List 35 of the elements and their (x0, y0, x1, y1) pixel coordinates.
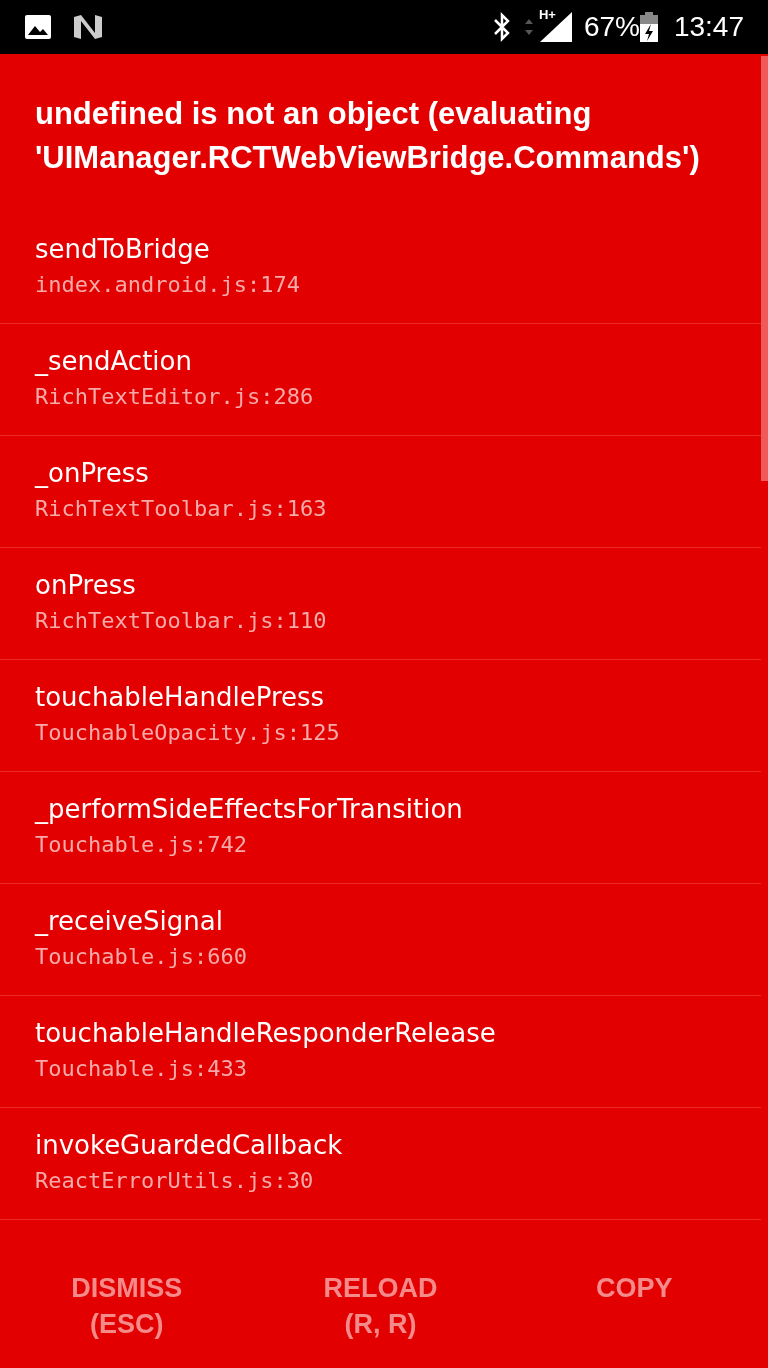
file-location: TouchableOpacity.js:125 (35, 719, 341, 747)
method-name: _receiveSignal (35, 905, 224, 938)
method-name: onPress (35, 569, 137, 602)
file-location: RichTextToolbar.js:163 (35, 495, 328, 523)
method-name: touchableHandleResponderRelease (35, 1017, 497, 1050)
file-location: Touchable.js:433 (35, 1055, 248, 1083)
stack-frame[interactable]: onPress RichTextToolbar.js:110 (0, 548, 761, 660)
method-name: _sendAction (35, 345, 193, 378)
network-type: H+ (537, 8, 557, 21)
file-location: RichTextToolbar.js:110 (35, 607, 328, 635)
image-icon (24, 14, 52, 40)
battery-charging-icon (639, 12, 658, 42)
file-location: RichTextEditor.js:286 (35, 383, 315, 411)
stack-frame[interactable]: _performSideEffectsForTransition Touchable.js:742 (0, 772, 761, 884)
method-name: _onPress (35, 457, 150, 490)
method-name: sendToBridge (35, 233, 211, 266)
stack-frame[interactable]: _onPress RichTextToolbar.js:163 (0, 436, 761, 548)
file-location: Touchable.js:660 (35, 943, 248, 971)
clock: 13:47 (673, 10, 744, 44)
method-name: touchableHandlePress (35, 681, 326, 714)
battery-percent: 67% (583, 10, 640, 44)
signal-icon (539, 12, 572, 42)
file-location: ReactErrorUtils.js:30 (35, 1167, 315, 1195)
stack-frame[interactable]: invokeGuardedCallback ReactErrorUtils.js:30 (0, 1108, 761, 1220)
stack-frame[interactable]: touchableHandleResponderRelease Touchable.js:433 (0, 996, 761, 1108)
file-location: Touchable.js:742 (35, 831, 248, 859)
bluetooth-icon (491, 12, 512, 42)
method-name: _performSideEffectsForTransition (35, 793, 464, 826)
n-logo-icon (72, 13, 104, 41)
stack-frame[interactable]: touchableHandlePress TouchableOpacity.js:125 (0, 660, 761, 772)
file-location: index.android.js:174 (35, 271, 301, 299)
method-name: invokeGuardedCallback (35, 1129, 344, 1162)
stack-frame[interactable]: _receiveSignal Touchable.js:660 (0, 884, 761, 996)
data-arrows-icon (523, 17, 534, 37)
error-title: undefined is not an object (evaluating 'UIManager.RCTWebViewBridge.Commands') (35, 95, 701, 177)
